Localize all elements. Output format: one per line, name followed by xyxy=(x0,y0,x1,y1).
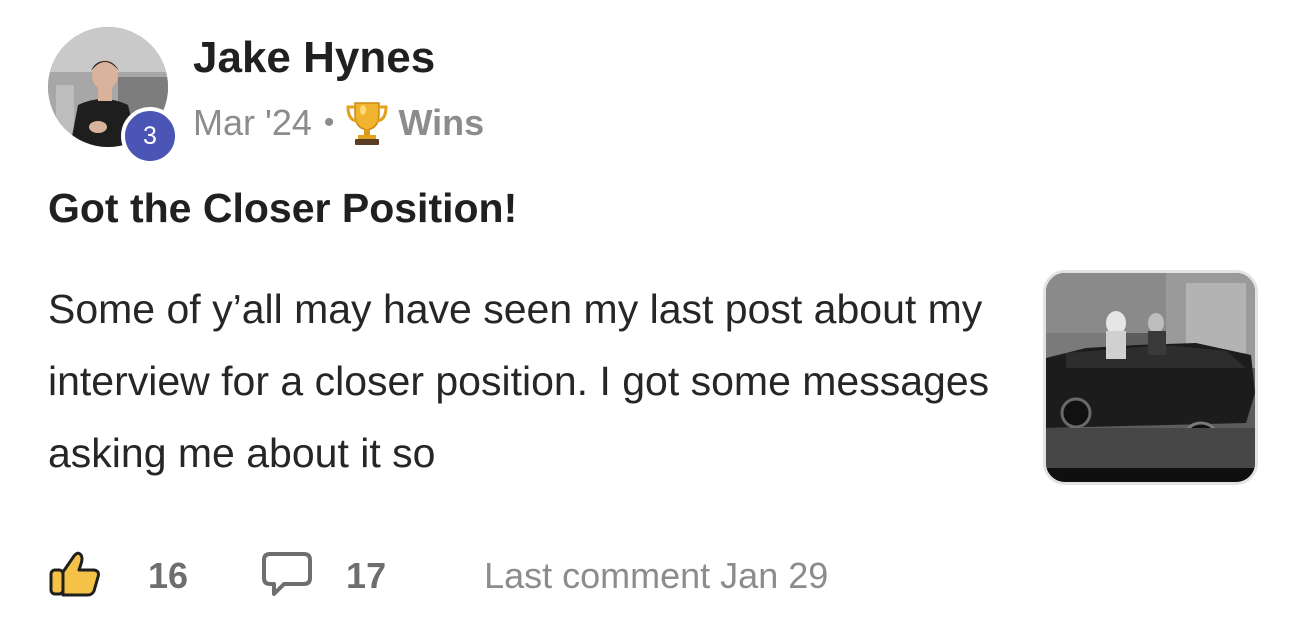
post-actions: 16 17 Last comment Jan 29 xyxy=(48,548,828,604)
like-count: 16 xyxy=(148,555,189,596)
thumbnail-image xyxy=(1046,273,1255,482)
post-title[interactable]: Got the Closer Position! xyxy=(48,182,517,234)
comment-count: 17 xyxy=(346,555,387,596)
trophy-icon xyxy=(346,100,388,146)
meta-separator: • xyxy=(323,106,335,139)
last-comment-time: Last comment Jan 29 xyxy=(484,555,829,596)
post-excerpt[interactable]: Some of y’all may have seen my last post… xyxy=(48,273,1033,489)
post-meta: Mar '24 • Wins xyxy=(193,98,484,148)
post-category[interactable]: Wins xyxy=(398,102,484,144)
comment-button[interactable]: 17 xyxy=(260,550,484,603)
like-button[interactable]: 16 xyxy=(48,550,260,603)
comment-bubble-icon xyxy=(260,550,314,603)
level-badge: 3 xyxy=(121,107,179,165)
post-thumbnail[interactable] xyxy=(1043,270,1258,485)
post-date: Mar '24 xyxy=(193,102,312,143)
thumbs-up-icon xyxy=(48,550,102,603)
author-name[interactable]: Jake Hynes xyxy=(193,32,435,84)
